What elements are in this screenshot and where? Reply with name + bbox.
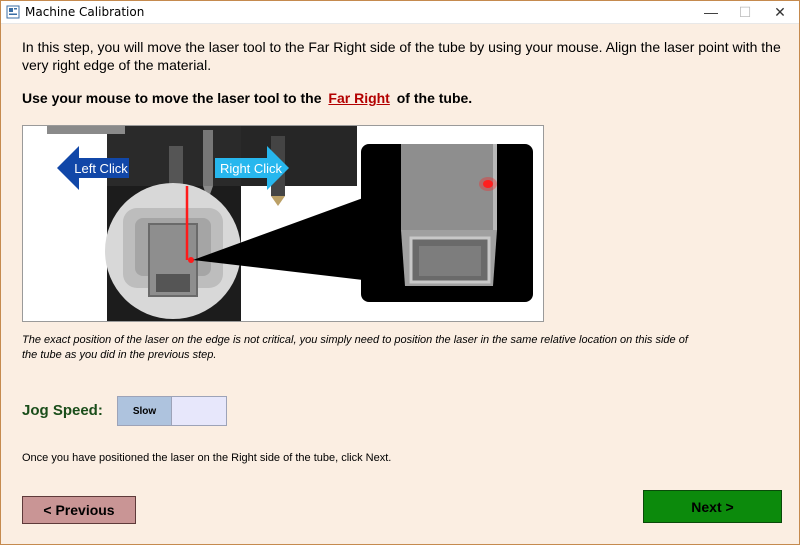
close-button[interactable]: ✕: [763, 1, 797, 23]
minimize-button[interactable]: —: [694, 1, 728, 23]
left-click-label: Left Click: [74, 161, 128, 176]
right-click-label: Right Click: [220, 161, 283, 176]
maximize-button[interactable]: ☐: [728, 1, 762, 23]
intro-text: In this step, you will move the laser to…: [22, 39, 781, 73]
next-instruction-text: Once you have positioned the laser on th…: [22, 452, 392, 464]
calibration-window: Machine Calibration — ☐ ✕ In this step, …: [0, 0, 800, 545]
next-button[interactable]: Next >: [643, 490, 782, 523]
jog-speed-slow[interactable]: Slow: [118, 397, 172, 425]
instruction-text: Use your mouse to move the laser tool to…: [22, 90, 472, 106]
app-icon: [6, 5, 20, 19]
laser-illustration-graphic: Left Click Right Click: [47, 126, 533, 321]
window-title: Machine Calibration: [25, 5, 145, 19]
jog-speed-label: Jog Speed:: [22, 402, 103, 419]
previous-button[interactable]: < Previous: [22, 496, 136, 524]
position-note: The exact position of the laser on the e…: [22, 334, 688, 361]
title-bar: Machine Calibration — ☐ ✕: [1, 1, 799, 24]
far-right-link: Far Right: [328, 90, 390, 106]
instruction-prefix: Use your mouse to move the laser tool to…: [22, 90, 322, 106]
instruction-suffix: of the tube.: [396, 90, 473, 106]
jog-speed-control[interactable]: Slow: [117, 396, 227, 426]
laser-illustration: Left Click Right Click: [22, 125, 544, 322]
